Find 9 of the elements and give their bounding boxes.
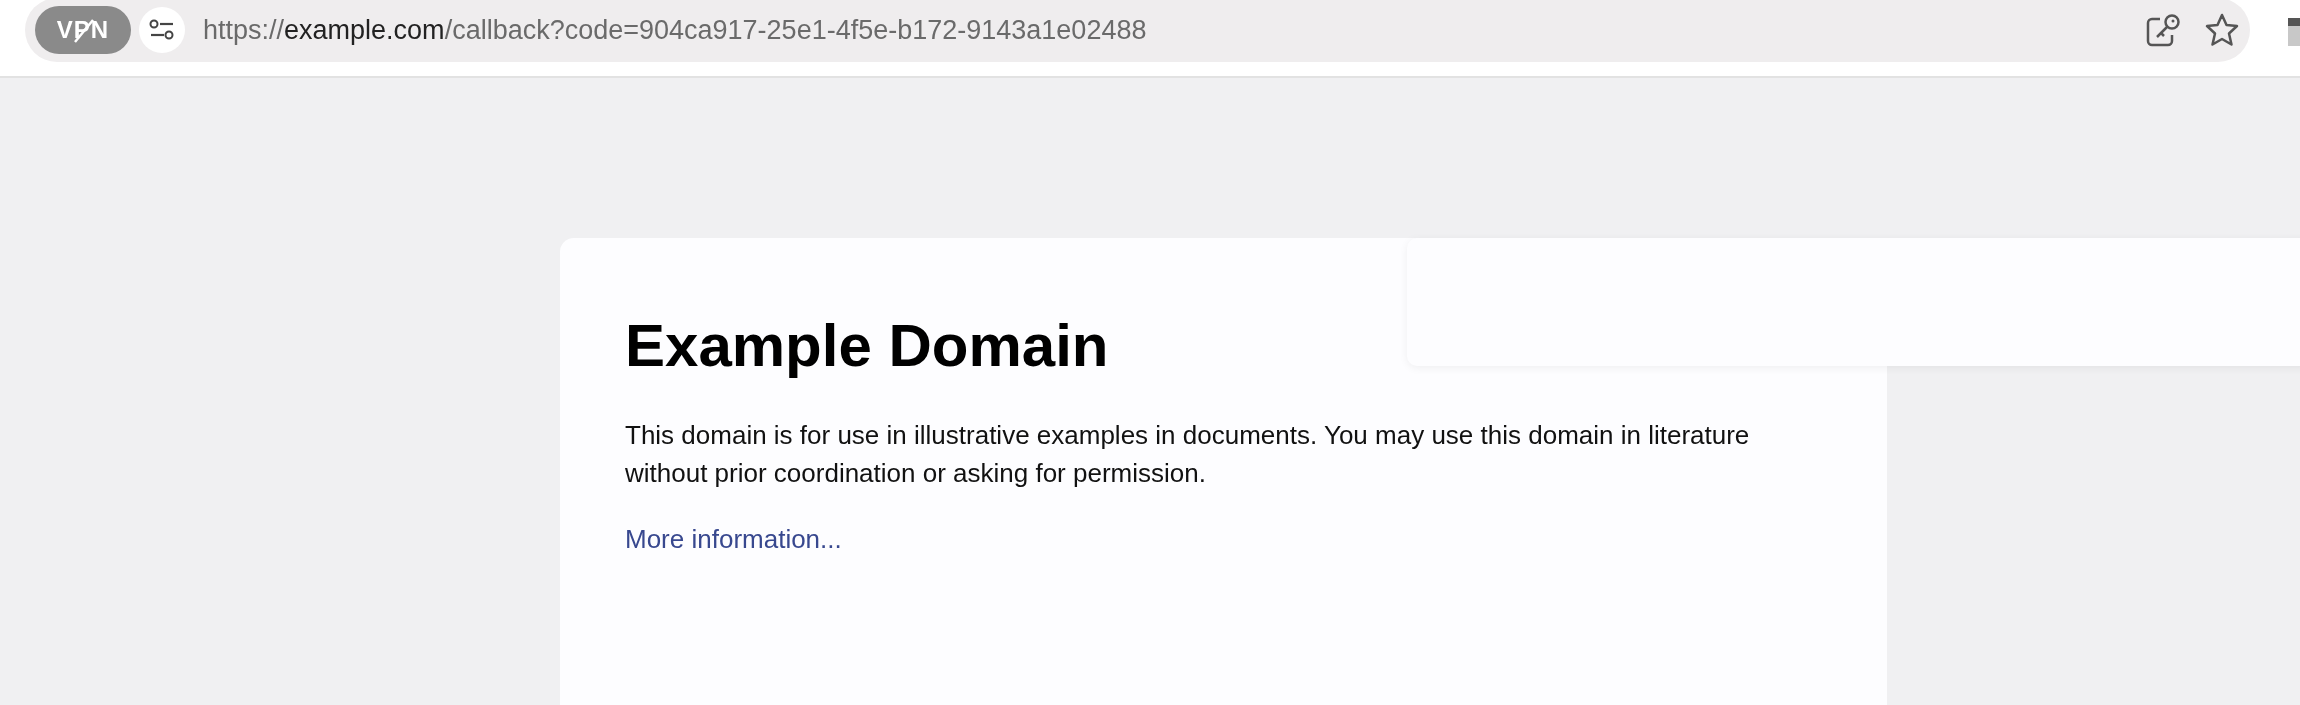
url-text[interactable]: https://example.com/callback?code=904ca917-25e1-4f5e-b172-9143a1e02488: [203, 14, 2124, 46]
key-icon[interactable]: [2146, 13, 2182, 47]
toolbar-icon[interactable]: [2288, 18, 2300, 46]
page-title: Example Domain: [625, 311, 1110, 381]
description-text: This domain is for use in illustrative examples in documents. You may use this domain in literature without prior coordination or asking for permission.: [625, 419, 1751, 490]
star-icon[interactable]: [2204, 13, 2240, 47]
more-information-link[interactable]: More information...: [625, 524, 842, 555]
tune-button[interactable]: [139, 7, 185, 53]
sliders-icon: [149, 19, 175, 41]
